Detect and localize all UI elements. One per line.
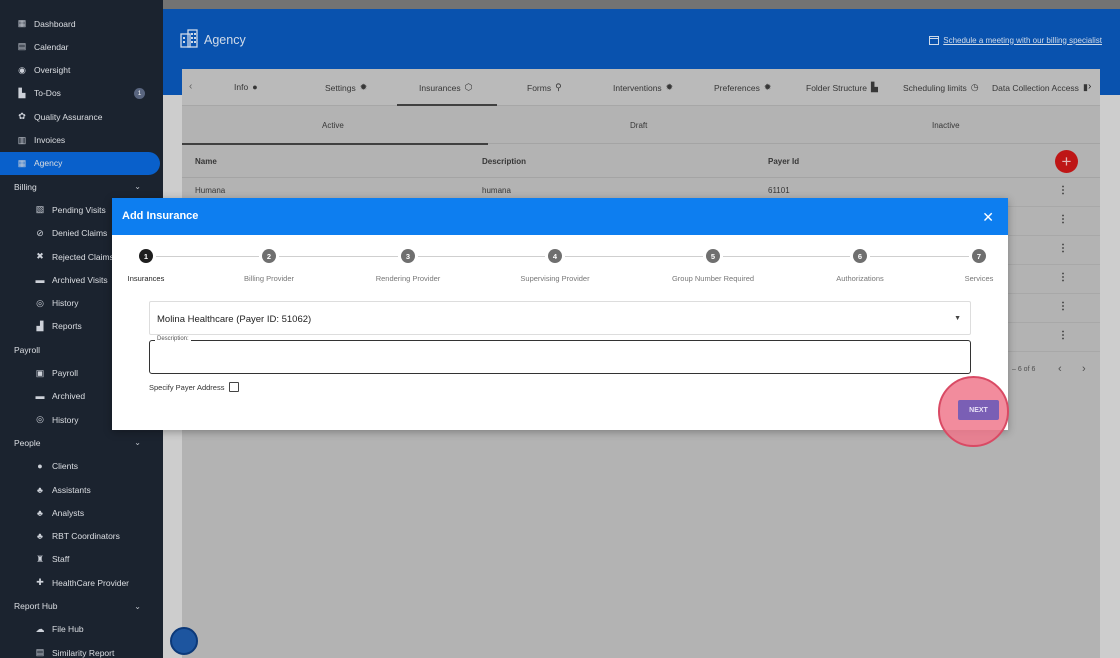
step-connector	[156, 256, 259, 257]
step-connector	[565, 256, 703, 257]
step-connector	[723, 256, 850, 257]
description-field[interactable]: Description:	[149, 336, 971, 374]
chevron-down-icon: ▼	[954, 315, 961, 322]
step-label: Services	[964, 274, 994, 283]
step-number: 6	[853, 249, 867, 263]
specify-payer-address-label: Specify Payer Address	[149, 382, 225, 392]
step-label: Insurances	[127, 274, 165, 283]
step-number: 7	[972, 249, 986, 263]
step-number: 5	[706, 249, 720, 263]
step-number: 4	[548, 249, 562, 263]
close-icon[interactable]: ✕	[982, 209, 994, 226]
dialog-title: Add Insurance	[122, 210, 199, 222]
step-label: Authorizations	[836, 274, 884, 283]
add-insurance-dialog: Add Insurance ✕ 1 Insurances 2 Billing Prov…	[112, 198, 1008, 430]
step-number: 3	[401, 249, 415, 263]
step-label: Rendering Provider	[375, 274, 441, 283]
step-connector	[418, 256, 545, 257]
step-label: Group Number Required	[671, 274, 755, 283]
insurance-select[interactable]: Molina Healthcare (Payer ID: 51062) ▼	[149, 301, 971, 335]
insurance-select-value: Molina Healthcare (Payer ID: 51062)	[157, 314, 312, 325]
step-connector	[279, 256, 398, 257]
next-button[interactable]: NEXT	[958, 400, 999, 420]
specify-payer-address-checkbox[interactable]	[229, 382, 240, 392]
step-label: Supervising Provider	[520, 274, 590, 283]
description-label: Description:	[155, 336, 191, 342]
specify-payer-address-row: Specify Payer Address	[149, 382, 240, 392]
step-label: Billing Provider	[243, 274, 295, 283]
step-connector	[870, 256, 969, 257]
step-number: 1	[139, 249, 153, 263]
step-number: 2	[262, 249, 276, 263]
dialog-header: Add Insurance ✕	[112, 198, 1008, 235]
